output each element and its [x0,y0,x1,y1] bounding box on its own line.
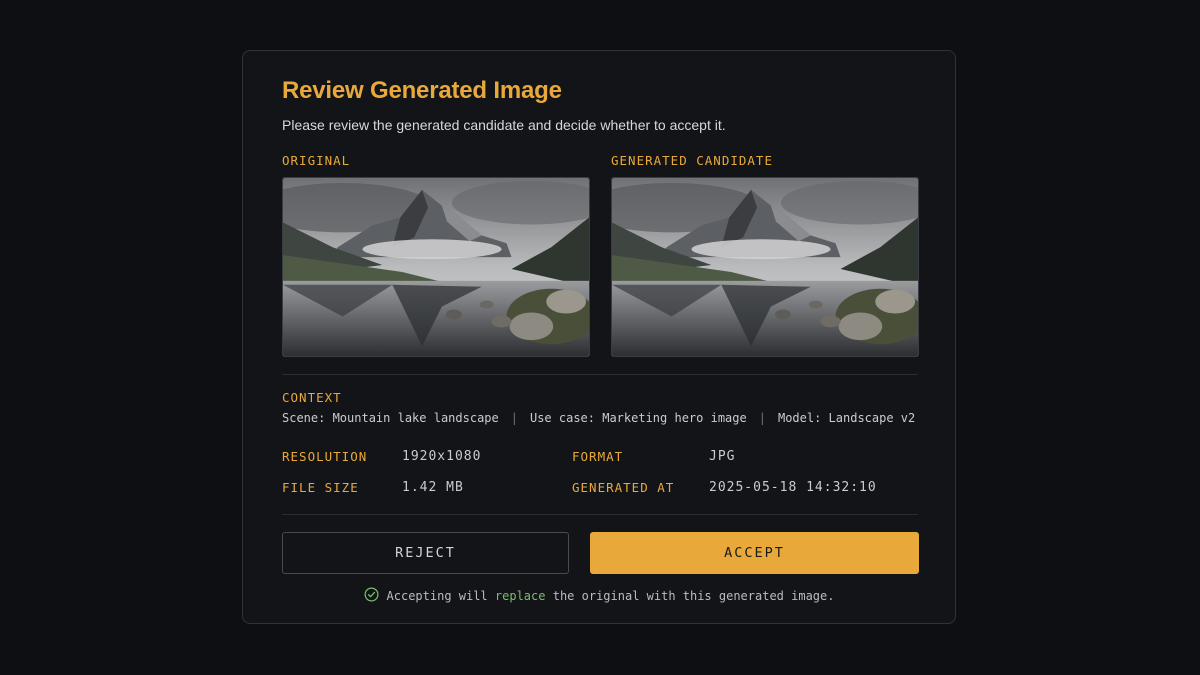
context-label: CONTEXT [282,390,342,405]
context-separator: | [758,411,766,425]
context-separator: | [510,411,518,425]
check-circle-icon [364,587,379,605]
filesize-value: 1.42 MB [402,480,464,495]
format-value: JPG [709,449,736,464]
original-image [282,177,590,357]
context-model: Model: Landscape v2 [777,411,916,425]
context-details: Scene: Mountain lake landscape | Use case:… [282,411,915,425]
accept-notice: Accepting will replace the original with… [243,587,955,605]
reject-button[interactable]: REJECT [282,532,569,574]
divider-bottom [282,514,918,515]
generated-at-key: GENERATED AT [572,480,675,495]
filesize-key: FILE SIZE [282,480,359,495]
dialog-subtitle: Please review the generated candidate an… [282,117,726,133]
context-use-case: Use case: Marketing hero image [529,411,747,425]
resolution-value: 1920x1080 [402,449,482,464]
candidate-label: GENERATED CANDIDATE [611,153,773,168]
accept-button[interactable]: ACCEPT [590,532,919,574]
resolution-key: RESOLUTION [282,449,368,464]
notice-highlight: replace [494,589,546,603]
notice-prefix: Accepting will [386,589,488,603]
candidate-image [611,177,919,357]
format-key: FORMAT [572,449,624,464]
generated-at-value: 2025-05-18 14:32:10 [709,480,877,495]
review-dialog: Review Generated Image Please review the… [242,50,956,624]
notice-suffix: the original with this generated image. [552,589,835,603]
original-label: ORIGINAL [282,153,351,168]
dialog-title: Review Generated Image [282,77,562,104]
context-scene: Scene: Mountain lake landscape [282,411,499,425]
divider-top [282,374,918,375]
